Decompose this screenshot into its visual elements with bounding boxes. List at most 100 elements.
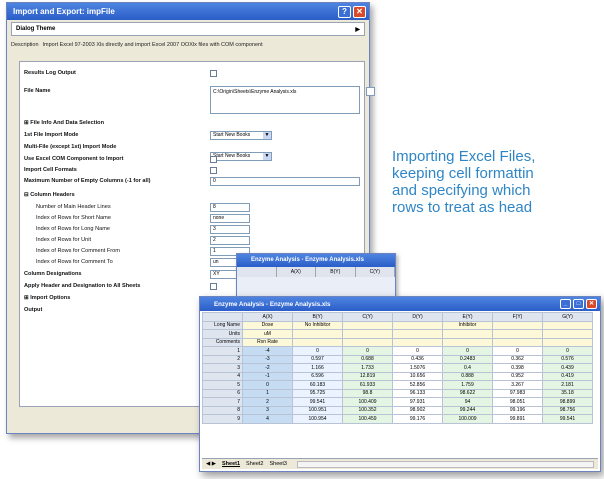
option-checkbox[interactable]	[210, 167, 217, 174]
table-cell[interactable]: 0.436	[392, 354, 443, 364]
column-header[interactable]: A(X)	[277, 267, 316, 277]
table-cell[interactable]: 35.18	[542, 388, 593, 398]
table-cell[interactable]: Rxn Rate	[242, 337, 293, 347]
row-number[interactable]: 7	[202, 397, 243, 407]
table-cell[interactable]: 94	[442, 397, 493, 407]
table-cell[interactable]: 98.8	[342, 388, 393, 398]
table-cell[interactable]: 0	[292, 346, 343, 356]
column-header[interactable]: F(Y)	[492, 312, 543, 322]
table-cell[interactable]: 0.362	[492, 354, 543, 364]
table-cell[interactable]	[492, 320, 543, 330]
table-cell[interactable]: 0.419	[542, 371, 593, 381]
horizontal-scrollbar[interactable]	[296, 460, 594, 468]
table-cell[interactable]: 3.267	[492, 380, 543, 390]
option-value-field[interactable]: 2	[210, 236, 250, 245]
table-cell[interactable]: 99.541	[542, 414, 593, 424]
table-cell[interactable]: 98.902	[392, 405, 443, 415]
table-cell[interactable]: 3	[242, 405, 293, 415]
table-cell[interactable]: 0.398	[492, 363, 543, 373]
worksheet-grid[interactable]: A(X) B(Y) C(Y) D(Y) E(Y) F(Y) G(Y) Long Name Dos…	[202, 312, 599, 458]
table-cell[interactable]: 0	[242, 380, 293, 390]
table-cell[interactable]	[442, 337, 493, 347]
row-number[interactable]: 3	[202, 363, 243, 373]
tab-nav-icon[interactable]: ◀ ▶	[206, 461, 216, 467]
table-cell[interactable]: 96.133	[392, 388, 443, 398]
table-cell[interactable]: 0	[392, 346, 443, 356]
row-number[interactable]: 9	[202, 414, 243, 424]
table-cell[interactable]	[492, 337, 543, 347]
table-cell[interactable]	[392, 329, 443, 339]
table-cell[interactable]: 95.725	[292, 388, 343, 398]
table-cell[interactable]	[492, 329, 543, 339]
row-number[interactable]: 4	[202, 371, 243, 381]
table-cell[interactable]: 100.951	[292, 405, 343, 415]
chevron-down-icon[interactable]: ▼	[263, 153, 271, 160]
table-cell[interactable]: 2.181	[542, 380, 593, 390]
dialog-titlebar[interactable]: Import and Export: impFile ? ✕	[7, 3, 369, 20]
table-cell[interactable]: 100.409	[342, 397, 393, 407]
row-label[interactable]: Comments	[202, 337, 243, 347]
row-number[interactable]: 1	[202, 346, 243, 356]
table-cell[interactable]: 61.933	[342, 380, 393, 390]
table-cell[interactable]: 99.196	[492, 405, 543, 415]
table-cell[interactable]: 0.2483	[442, 354, 493, 364]
tab-sheet2[interactable]: Sheet2	[246, 461, 263, 467]
table-cell[interactable]: 97.931	[392, 397, 443, 407]
table-cell[interactable]: 99.891	[492, 414, 543, 424]
worksheet-front[interactable]: Enzyme Analysis - Enzyme Analysis.xls _ …	[199, 296, 601, 472]
row-number[interactable]: 2	[202, 354, 243, 364]
minimize-icon[interactable]: _	[560, 299, 571, 309]
option-checkbox[interactable]	[210, 283, 217, 290]
row-number[interactable]: 8	[202, 405, 243, 415]
table-cell[interactable]: 4	[242, 414, 293, 424]
table-cell[interactable]: 0.4	[442, 363, 493, 373]
table-cell[interactable]: 97.983	[492, 388, 543, 398]
table-cell[interactable]: 100.009	[442, 414, 493, 424]
table-cell[interactable]	[542, 320, 593, 330]
data-table[interactable]: A(X) B(Y) C(Y) D(Y) E(Y) F(Y) G(Y) Long Name Dos…	[202, 312, 593, 424]
option-checkbox[interactable]	[210, 70, 217, 77]
table-cell[interactable]: No Inhibitor	[292, 320, 343, 330]
option-dropdown[interactable]: Start New Books ▼	[210, 152, 272, 161]
table-cell[interactable]: 98.622	[442, 388, 493, 398]
column-header[interactable]: A(X)	[242, 312, 293, 322]
table-cell[interactable]: Dose	[242, 320, 293, 330]
table-cell[interactable]: 0.439	[542, 363, 593, 373]
table-cell[interactable]: 0	[492, 346, 543, 356]
table-cell[interactable]	[342, 329, 393, 339]
table-cell[interactable]: 0.597	[292, 354, 343, 364]
table-cell[interactable]: -3	[242, 354, 293, 364]
column-header[interactable]: C(Y)	[356, 267, 395, 277]
option-text-field[interactable]: 0	[210, 177, 360, 186]
table-cell[interactable]	[542, 329, 593, 339]
table-cell[interactable]: 1.759	[442, 380, 493, 390]
table-cell[interactable]: 0.888	[442, 371, 493, 381]
row-number[interactable]: 5	[202, 380, 243, 390]
column-header[interactable]: D(Y)	[392, 312, 443, 322]
table-cell[interactable]: 0	[342, 346, 393, 356]
table-cell[interactable]: 1.733	[342, 363, 393, 373]
table-cell[interactable]: 0	[542, 346, 593, 356]
table-cell[interactable]: 98.899	[542, 397, 593, 407]
table-cell[interactable]	[392, 320, 443, 330]
table-cell[interactable]	[392, 337, 443, 347]
table-cell[interactable]	[342, 320, 393, 330]
table-cell[interactable]	[292, 337, 343, 347]
table-cell[interactable]: 60.183	[292, 380, 343, 390]
table-cell[interactable]: 1.5076	[392, 363, 443, 373]
option-value-field[interactable]: none	[210, 214, 250, 223]
table-cell[interactable]: 12.819	[342, 371, 393, 381]
browse-icon[interactable]	[366, 87, 375, 96]
table-cell[interactable]: 6.596	[292, 371, 343, 381]
column-header[interactable]: B(Y)	[292, 312, 343, 322]
table-cell[interactable]: 0	[442, 346, 493, 356]
table-cell[interactable]: 99.541	[292, 397, 343, 407]
table-cell[interactable]: 100.352	[342, 405, 393, 415]
maximize-icon[interactable]: □	[573, 299, 584, 309]
table-cell[interactable]: uM	[242, 329, 293, 339]
table-cell[interactable]: -2	[242, 363, 293, 373]
tab-sheet1[interactable]: Sheet1	[222, 461, 240, 467]
column-header[interactable]: C(Y)	[342, 312, 393, 322]
table-cell[interactable]: 98.051	[492, 397, 543, 407]
table-cell[interactable]: 99.244	[442, 405, 493, 415]
